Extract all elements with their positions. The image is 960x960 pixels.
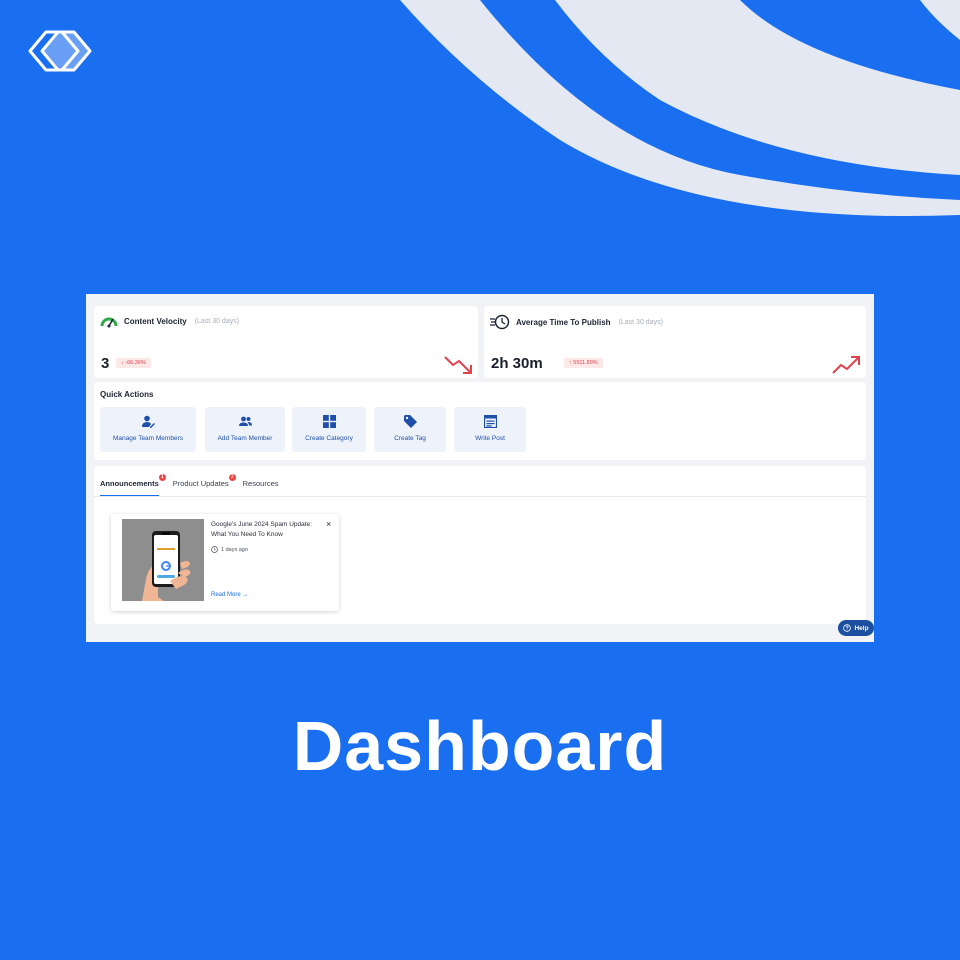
button-label: Create Tag <box>394 435 426 442</box>
button-label: Add Team Member <box>217 435 273 442</box>
dashboard-screenshot: Content Velocity (Last 30 days) 3 ↓ -66.… <box>86 294 874 642</box>
tab-label: Announcements <box>100 479 159 488</box>
add-team-member-button[interactable]: Add Team Member <box>205 407 285 452</box>
help-button[interactable]: Help <box>838 620 874 636</box>
announcement-title: Google's June 2024 Spam Update: What You… <box>211 521 312 538</box>
announcements-panel: Announcements 1 Product Updates 3 Resour… <box>94 466 866 624</box>
stat-card-average-time-to-publish: Average Time To Publish (Last 30 days) 2… <box>484 306 866 378</box>
trend-up-icon <box>832 356 860 374</box>
brand-logo <box>28 30 92 72</box>
speedometer-icon <box>100 317 118 328</box>
create-tag-button[interactable]: Create Tag <box>374 407 446 452</box>
grid-icon <box>322 415 336 428</box>
button-label: Create Category <box>305 435 353 442</box>
tab-count-badge: 3 <box>228 474 236 481</box>
page-headline: Dashboard <box>292 707 668 785</box>
tab-label: Resources <box>242 479 279 488</box>
time-label: 1 days ago <box>221 546 248 553</box>
button-label: Manage Team Members <box>113 435 183 442</box>
manage-team-members-button[interactable]: Manage Team Members <box>100 407 196 452</box>
create-category-button[interactable]: Create Category <box>292 407 366 452</box>
read-more-link[interactable]: Read More → <box>211 592 248 598</box>
users-icon <box>238 416 252 426</box>
announcement-image <box>122 519 204 601</box>
stat-title: Content Velocity <box>124 316 187 326</box>
stat-card-content-velocity: Content Velocity (Last 30 days) 3 ↓ -66.… <box>94 306 478 378</box>
stat-period: (Last 30 days) <box>194 317 240 325</box>
stat-title: Average Time To Publish <box>516 317 611 327</box>
announcement-time: 1 days ago <box>211 546 248 553</box>
stat-change-badge: ↓ -66.36% <box>116 358 151 368</box>
write-post-icon <box>483 415 497 428</box>
tab-label: Product Updates <box>172 479 229 488</box>
close-icon[interactable]: × <box>326 519 331 529</box>
clock-icon <box>211 546 218 553</box>
button-label: Write Post <box>475 435 505 442</box>
stat-value: 3 <box>101 355 110 372</box>
quick-actions-title: Quick Actions <box>100 390 154 399</box>
tab-announcements[interactable]: Announcements 1 <box>100 474 166 496</box>
help-circle-icon <box>843 624 852 632</box>
tab-bar: Announcements 1 Product Updates 3 Resour… <box>100 474 279 496</box>
help-label: Help <box>854 624 869 632</box>
announcement-card: Google's June 2024 Spam Update: What You… <box>111 514 339 611</box>
tab-resources[interactable]: Resources <box>243 479 279 496</box>
tab-divider <box>94 496 866 497</box>
stat-change-badge: ↑ 5511.89% <box>564 358 603 368</box>
quick-actions-panel: Quick Actions Manage Team Members Add Te… <box>94 382 866 460</box>
user-edit-icon <box>141 415 155 428</box>
tab-product-updates[interactable]: Product Updates 3 <box>172 474 236 496</box>
stat-period: (Last 30 days) <box>618 318 663 326</box>
trend-down-icon <box>444 356 472 374</box>
tag-icon <box>403 415 417 428</box>
clock-speed-icon <box>490 314 510 330</box>
background-swoosh <box>400 0 960 217</box>
tab-count-badge: 1 <box>158 474 166 481</box>
stat-value: 2h 30m <box>491 355 543 372</box>
write-post-button[interactable]: Write Post <box>454 407 526 452</box>
